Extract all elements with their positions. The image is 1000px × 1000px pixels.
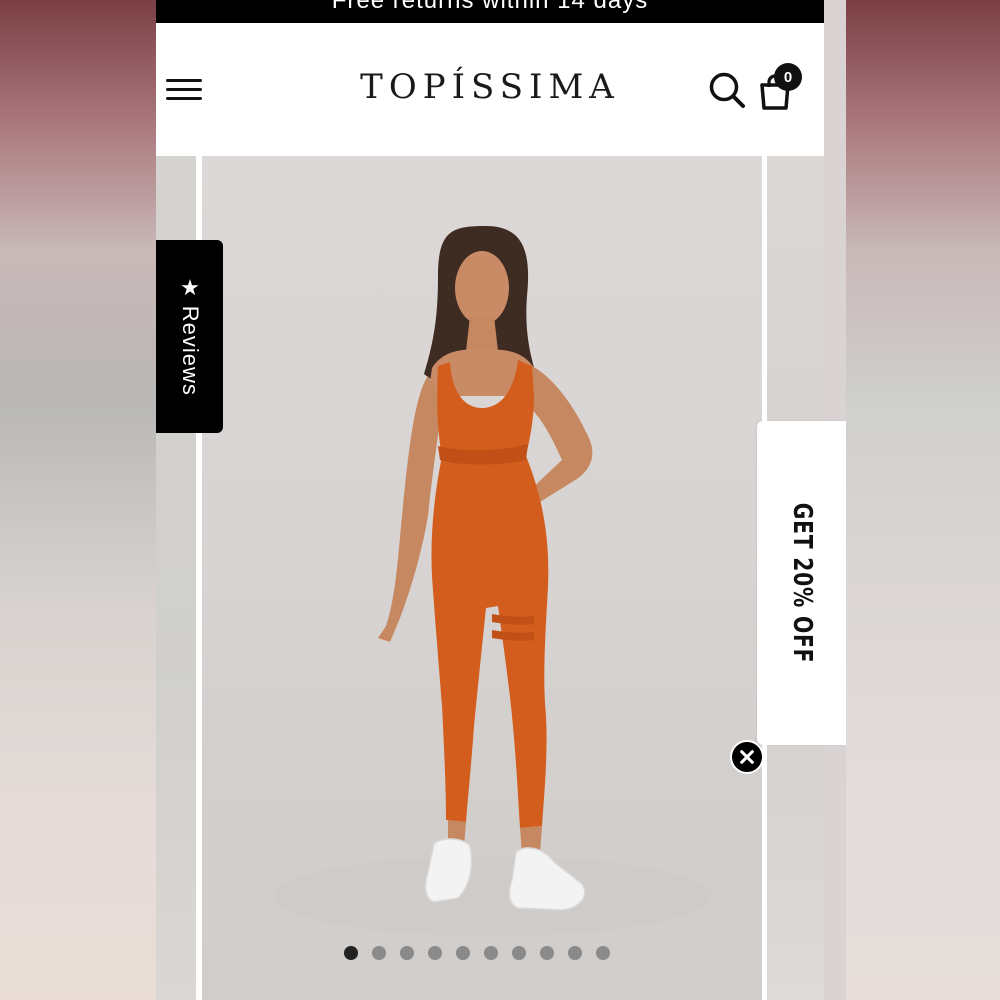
carousel-dot[interactable] xyxy=(540,946,554,960)
cart-count-badge: 0 xyxy=(774,63,802,91)
announcement-text: Free returns within 14 days xyxy=(331,0,649,14)
star-icon: ★ xyxy=(179,274,200,300)
carousel-dot[interactable] xyxy=(568,946,582,960)
carousel-dot[interactable] xyxy=(400,946,414,960)
discount-label: GET 20% OFF xyxy=(786,502,817,664)
carousel-dot[interactable] xyxy=(344,946,358,960)
carousel-dot[interactable] xyxy=(596,946,610,960)
carousel-dot[interactable] xyxy=(428,946,442,960)
reviews-tab[interactable]: ★ Reviews xyxy=(156,240,223,433)
carousel-dot[interactable] xyxy=(372,946,386,960)
search-icon[interactable] xyxy=(708,71,746,109)
carousel-dot[interactable] xyxy=(512,946,526,960)
product-image[interactable] xyxy=(202,156,762,1000)
carousel-pagination xyxy=(344,946,610,960)
discount-popup-tab[interactable]: GET 20% OFF xyxy=(757,421,846,745)
background-left xyxy=(0,0,156,1000)
announcement-bar: Free returns within 14 days xyxy=(156,0,824,23)
reviews-label: Reviews xyxy=(177,305,203,396)
mobile-page: Free returns within 14 days TOPÍSSIMA 0 xyxy=(156,0,824,1000)
model-in-orange-jumpsuit-image xyxy=(272,226,712,936)
carousel-dot[interactable] xyxy=(456,946,470,960)
close-icon[interactable] xyxy=(730,740,764,774)
background-right xyxy=(846,0,1000,1000)
site-header: TOPÍSSIMA 0 xyxy=(156,23,824,156)
product-image-carousel[interactable] xyxy=(156,156,824,1000)
carousel-dot[interactable] xyxy=(484,946,498,960)
